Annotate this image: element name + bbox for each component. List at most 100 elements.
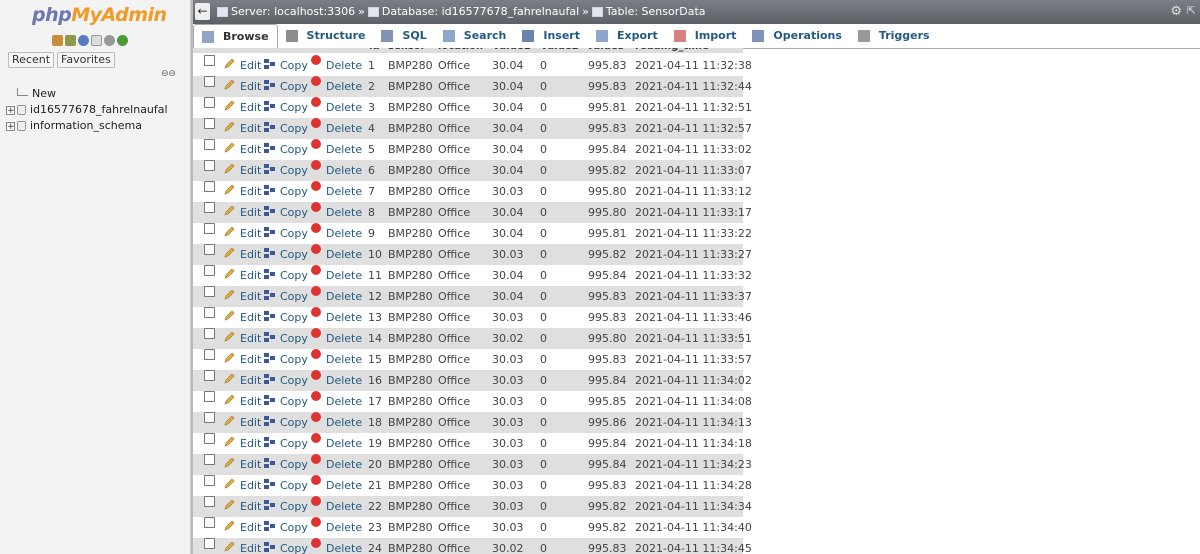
copy-link[interactable]: Copy xyxy=(280,454,308,475)
tree-item-db-information-schema[interactable]: + information_schema xyxy=(6,118,168,134)
cell-value3[interactable]: 995.82 xyxy=(588,244,627,265)
cell-value2[interactable]: 0 xyxy=(540,328,547,349)
edit-link[interactable]: Edit xyxy=(240,97,261,118)
cell-sensor[interactable]: BMP280 xyxy=(388,538,433,554)
cell-location[interactable]: Office xyxy=(438,496,470,517)
cell-sensor[interactable]: BMP280 xyxy=(388,202,433,223)
cell-value2[interactable]: 0 xyxy=(540,55,547,76)
cell-location[interactable]: Office xyxy=(438,265,470,286)
copy-link[interactable]: Copy xyxy=(280,538,308,554)
cell-value1[interactable]: 30.03 xyxy=(492,412,524,433)
delete-link[interactable]: Delete xyxy=(326,244,362,265)
cell-reading-time[interactable]: 2021-04-11 11:33:37 xyxy=(635,286,752,307)
copy-link[interactable]: Copy xyxy=(280,181,308,202)
cell-value1[interactable]: 30.04 xyxy=(492,223,524,244)
cell-reading-time[interactable]: 2021-04-11 11:33:57 xyxy=(635,349,752,370)
cell-id[interactable]: 7 xyxy=(368,181,375,202)
cell-value1[interactable]: 30.04 xyxy=(492,286,524,307)
cell-value2[interactable]: 0 xyxy=(540,139,547,160)
row-checkbox[interactable] xyxy=(204,433,215,444)
delete-link[interactable]: Delete xyxy=(326,286,362,307)
cell-reading-time[interactable]: 2021-04-11 11:34:23 xyxy=(635,454,752,475)
delete-link[interactable]: Delete xyxy=(326,76,362,97)
delete-link[interactable]: Delete xyxy=(326,433,362,454)
cell-id[interactable]: 15 xyxy=(368,349,382,370)
edit-link[interactable]: Edit xyxy=(240,244,261,265)
expand-icon[interactable]: + xyxy=(6,105,15,115)
cell-value3[interactable]: 995.80 xyxy=(588,202,627,223)
row-checkbox[interactable] xyxy=(204,412,215,423)
cell-reading-time[interactable]: 2021-04-11 11:34:13 xyxy=(635,412,752,433)
cell-value1[interactable]: 30.03 xyxy=(492,349,524,370)
cell-sensor[interactable]: BMP280 xyxy=(388,370,433,391)
cell-sensor[interactable]: BMP280 xyxy=(388,391,433,412)
cell-location[interactable]: Office xyxy=(438,244,470,265)
cell-sensor[interactable]: BMP280 xyxy=(388,97,433,118)
edit-link[interactable]: Edit xyxy=(240,286,261,307)
cell-location[interactable]: Office xyxy=(438,139,470,160)
edit-link[interactable]: Edit xyxy=(240,202,261,223)
cell-value1[interactable]: 30.03 xyxy=(492,517,524,538)
delete-link[interactable]: Delete xyxy=(326,391,362,412)
cell-value1[interactable]: 30.04 xyxy=(492,97,524,118)
tab-operations[interactable]: Operations xyxy=(744,24,850,47)
cell-value1[interactable]: 30.03 xyxy=(492,370,524,391)
cell-id[interactable]: 1 xyxy=(368,55,375,76)
cell-value3[interactable]: 995.80 xyxy=(588,328,627,349)
cell-value2[interactable]: 0 xyxy=(540,244,547,265)
edit-link[interactable]: Edit xyxy=(240,55,261,76)
copy-link[interactable]: Copy xyxy=(280,370,308,391)
delete-link[interactable]: Delete xyxy=(326,475,362,496)
cell-value2[interactable]: 0 xyxy=(540,181,547,202)
delete-link[interactable]: Delete xyxy=(326,307,362,328)
cell-value2[interactable]: 0 xyxy=(540,454,547,475)
delete-link[interactable]: Delete xyxy=(326,139,362,160)
copy-link[interactable]: Copy xyxy=(280,412,308,433)
cell-value3[interactable]: 995.83 xyxy=(588,307,627,328)
cell-location[interactable]: Office xyxy=(438,475,470,496)
tab-sql[interactable]: SQL xyxy=(373,24,434,47)
delete-link[interactable]: Delete xyxy=(326,370,362,391)
row-checkbox[interactable] xyxy=(204,496,215,507)
row-checkbox[interactable] xyxy=(204,328,215,339)
edit-link[interactable]: Edit xyxy=(240,118,261,139)
cell-sensor[interactable]: BMP280 xyxy=(388,496,433,517)
delete-link[interactable]: Delete xyxy=(326,55,362,76)
row-checkbox[interactable] xyxy=(204,286,215,297)
cell-sensor[interactable]: BMP280 xyxy=(388,139,433,160)
cell-id[interactable]: 20 xyxy=(368,454,382,475)
reload-icon[interactable] xyxy=(117,35,128,46)
cell-value1[interactable]: 30.03 xyxy=(492,181,524,202)
cell-location[interactable]: Office xyxy=(438,223,470,244)
cell-id[interactable]: 24 xyxy=(368,538,382,554)
cell-value2[interactable]: 0 xyxy=(540,97,547,118)
cell-id[interactable]: 18 xyxy=(368,412,382,433)
cell-sensor[interactable]: BMP280 xyxy=(388,118,433,139)
copy-link[interactable]: Copy xyxy=(280,244,308,265)
column-header-location[interactable]: location xyxy=(438,48,483,52)
cell-id[interactable]: 13 xyxy=(368,307,382,328)
cell-value1[interactable]: 30.04 xyxy=(492,139,524,160)
cell-value1[interactable]: 30.02 xyxy=(492,538,524,554)
cell-sensor[interactable]: BMP280 xyxy=(388,244,433,265)
cell-value1[interactable]: 30.03 xyxy=(492,244,524,265)
cell-value2[interactable]: 0 xyxy=(540,265,547,286)
column-header-sensor[interactable]: sensor xyxy=(388,48,426,52)
delete-link[interactable]: Delete xyxy=(326,265,362,286)
edit-link[interactable]: Edit xyxy=(240,370,261,391)
row-checkbox[interactable] xyxy=(204,349,215,360)
cell-id[interactable]: 5 xyxy=(368,139,375,160)
cell-sensor[interactable]: BMP280 xyxy=(388,76,433,97)
cell-value2[interactable]: 0 xyxy=(540,286,547,307)
cell-sensor[interactable]: BMP280 xyxy=(388,349,433,370)
cell-value2[interactable]: 0 xyxy=(540,202,547,223)
copy-link[interactable]: Copy xyxy=(280,349,308,370)
edit-link[interactable]: Edit xyxy=(240,433,261,454)
row-checkbox[interactable] xyxy=(204,118,215,129)
cell-id[interactable]: 19 xyxy=(368,433,382,454)
copy-link[interactable]: Copy xyxy=(280,97,308,118)
copy-link[interactable]: Copy xyxy=(280,118,308,139)
delete-link[interactable]: Delete xyxy=(326,538,362,554)
cell-location[interactable]: Office xyxy=(438,76,470,97)
cell-value2[interactable]: 0 xyxy=(540,118,547,139)
